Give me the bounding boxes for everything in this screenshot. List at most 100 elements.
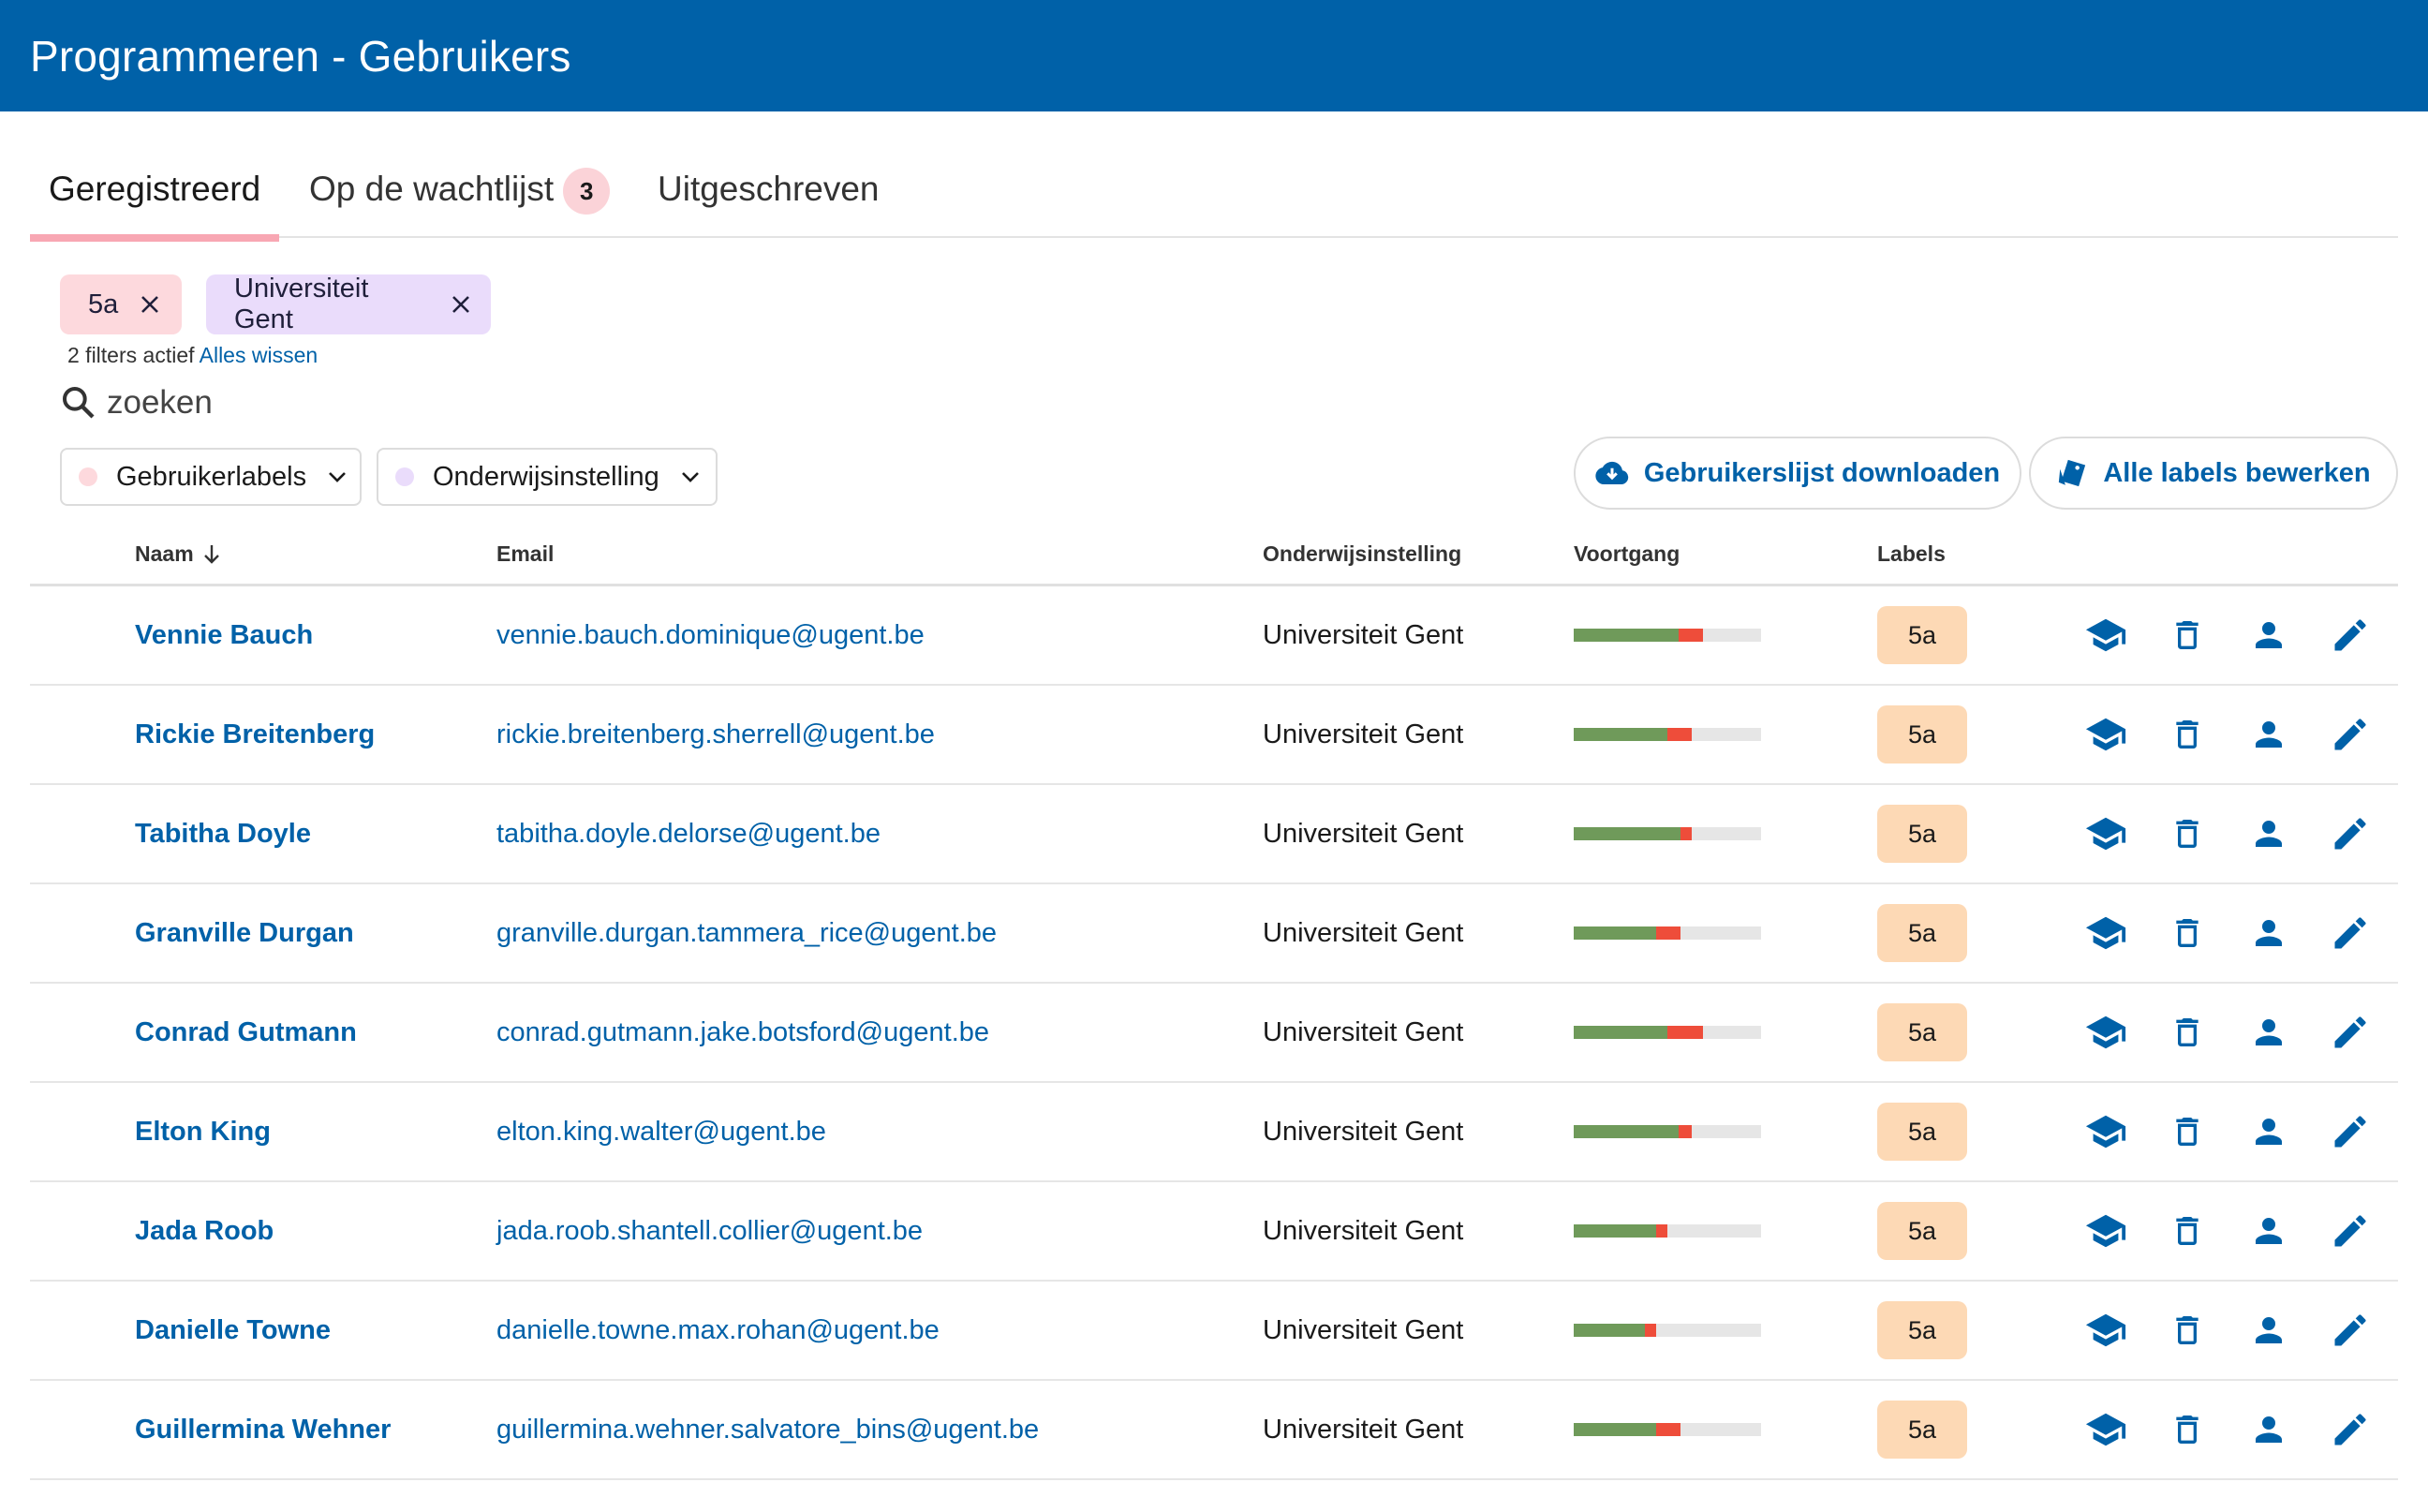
graduation-cap-icon[interactable] [2078,1203,2134,1259]
user-labels-dropdown[interactable]: Gebruikerlabels [60,448,362,506]
user-email-link[interactable]: guillermina.wehner.salvatore_bins@ugent.… [496,1381,1039,1478]
pencil-icon[interactable] [2322,706,2378,763]
user-name-link[interactable]: Tabitha Doyle [135,785,311,882]
graduation-cap-icon[interactable] [2078,607,2134,663]
user-email-link[interactable]: danielle.towne.max.rohan@ugent.be [496,1282,940,1379]
progress-bar [1574,1125,1761,1138]
user-label-chip: 5a [1877,1401,1967,1459]
user-email-link[interactable]: jada.roob.shantell.collier@ugent.be [496,1182,923,1280]
graduation-cap-icon[interactable] [2078,806,2134,862]
user-label-chip: 5a [1877,904,1967,962]
trash-icon[interactable] [2159,706,2215,763]
progress-cell [1574,1282,1761,1379]
labels-cell: 5a [1877,1083,1967,1180]
graduation-cap-icon[interactable] [2078,905,2134,961]
pencil-icon[interactable] [2322,1302,2378,1358]
person-icon[interactable] [2241,1203,2297,1259]
trash-icon[interactable] [2159,806,2215,862]
graduation-cap-icon[interactable] [2078,1302,2134,1358]
institution-dropdown[interactable]: Onderwijsinstelling [377,448,718,506]
row-actions [2078,686,2404,783]
labels-cell: 5a [1877,785,1967,882]
pencil-icon[interactable] [2322,607,2378,663]
row-actions [2078,1282,2404,1379]
person-icon[interactable] [2241,806,2297,862]
tab-geregistreerd[interactable]: Geregistreerd [30,141,280,242]
user-institution: Universiteit Gent [1263,1215,1464,1246]
row-actions [2078,984,2404,1081]
download-button-label: Gebruikerslijst downloaden [1643,457,2001,488]
person-icon[interactable] [2241,607,2297,663]
user-name-link[interactable]: Granville Durgan [135,884,354,982]
clear-all-filters-link[interactable]: Alles wissen [200,343,318,367]
trash-icon[interactable] [2159,607,2215,663]
trash-icon[interactable] [2159,1104,2215,1160]
graduation-cap-icon[interactable] [2078,1004,2134,1060]
pencil-icon[interactable] [2322,1104,2378,1160]
table-row: Guillermina Wehner guillermina.wehner.sa… [30,1381,2398,1480]
graduation-cap-icon[interactable] [2078,1401,2134,1458]
filter-chip-universiteit-gent: Universiteit Gent [206,274,491,334]
column-header-name[interactable]: Naam [135,541,222,567]
app-bar: Programmeren - Gebruikers [0,0,2428,111]
edit-labels-button-label: Alle labels bewerken [2103,457,2371,488]
trash-icon[interactable] [2159,1302,2215,1358]
user-name-link[interactable]: Danielle Towne [135,1282,331,1379]
person-icon[interactable] [2241,1401,2297,1458]
chevron-down-icon [329,472,347,482]
progress-cell [1574,1182,1761,1280]
user-label-chip: 5a [1877,1301,1967,1359]
user-email-link[interactable]: elton.king.walter@ugent.be [496,1083,826,1180]
trash-icon[interactable] [2159,905,2215,961]
search-box [60,378,528,427]
progress-bar-correct [1574,1026,1667,1039]
close-icon[interactable] [450,293,472,316]
user-label-chip: 5a [1877,606,1967,664]
progress-bar [1574,926,1761,940]
user-name-link[interactable]: Elton King [135,1083,271,1180]
user-email-link[interactable]: conrad.gutmann.jake.botsford@ugent.be [496,984,989,1081]
user-email-link[interactable]: tabitha.doyle.delorse@ugent.be [496,785,881,882]
graduation-cap-icon[interactable] [2078,706,2134,763]
user-name-link[interactable]: Conrad Gutmann [135,984,357,1081]
close-icon[interactable] [139,293,161,316]
page-title: Programmeren - Gebruikers [30,31,571,81]
person-icon[interactable] [2241,1302,2297,1358]
user-email-link[interactable]: rickie.breitenberg.sherrell@ugent.be [496,686,935,783]
trash-icon[interactable] [2159,1401,2215,1458]
progress-bar-wrong [1656,1423,1680,1436]
pencil-icon[interactable] [2322,1004,2378,1060]
pencil-icon[interactable] [2322,1203,2378,1259]
edit-all-labels-button[interactable]: Alle labels bewerken [2029,437,2398,510]
trash-icon[interactable] [2159,1004,2215,1060]
person-icon[interactable] [2241,706,2297,763]
user-name-link[interactable]: Jada Roob [135,1182,274,1280]
active-filters-summary: 2 filters actief Alles wissen [67,343,318,368]
progress-bar-wrong [1667,1026,1703,1039]
tab-uitgeschreven[interactable]: Uitgeschreven [639,141,898,238]
graduation-cap-icon[interactable] [2078,1104,2134,1160]
user-name-link[interactable]: Guillermina Wehner [135,1381,391,1478]
progress-bar [1574,728,1761,741]
person-icon[interactable] [2241,1104,2297,1160]
user-name-link[interactable]: Rickie Breitenberg [135,686,375,783]
download-user-list-button[interactable]: Gebruikerslijst downloaden [1574,437,2021,510]
search-input[interactable] [107,384,481,422]
trash-icon[interactable] [2159,1203,2215,1259]
user-email-link[interactable]: vennie.bauch.dominique@ugent.be [496,586,925,684]
pencil-icon[interactable] [2322,806,2378,862]
person-icon[interactable] [2241,905,2297,961]
pencil-icon[interactable] [2322,905,2378,961]
filter-chip-label: Universiteit Gent [234,274,369,334]
user-email-link[interactable]: granville.durgan.tammera_rice@ugent.be [496,884,997,982]
user-institution: Universiteit Gent [1263,719,1464,749]
row-actions [2078,884,2404,982]
pencil-icon[interactable] [2322,1401,2378,1458]
user-label-chip: 5a [1877,1003,1967,1061]
tab-wachtlijst[interactable]: Op de wachtlijst 3 [290,141,629,238]
table-row: Jada Roob jada.roob.shantell.collier@uge… [30,1182,2398,1282]
column-header-email: Email [496,541,555,566]
person-icon[interactable] [2241,1004,2297,1060]
cloud-download-icon [1595,461,1629,484]
user-name-link[interactable]: Vennie Bauch [135,586,313,684]
